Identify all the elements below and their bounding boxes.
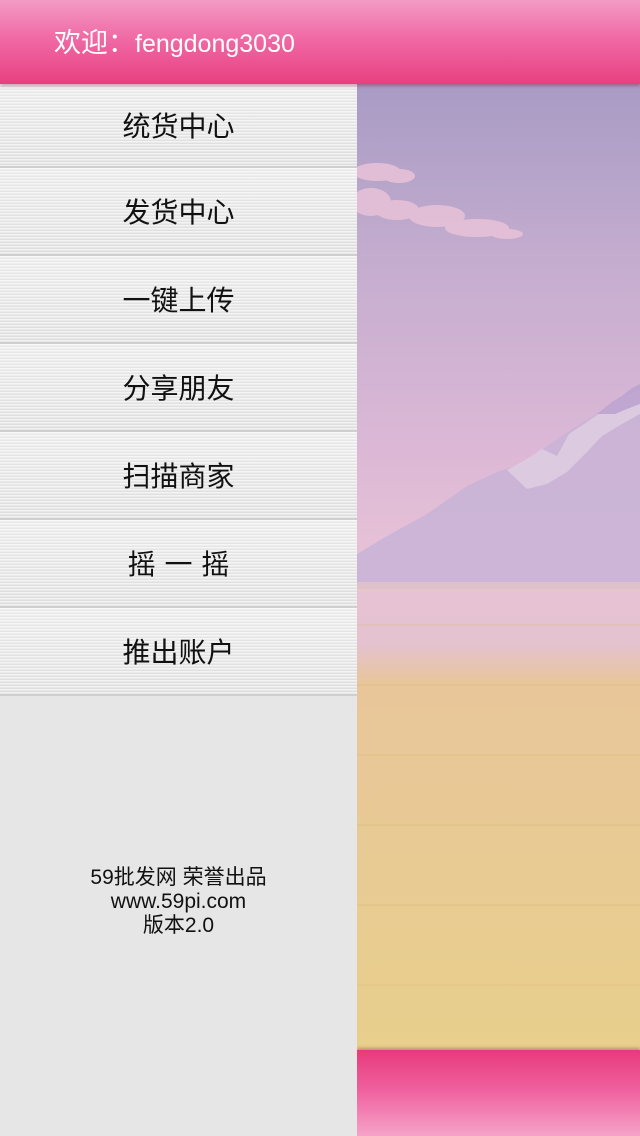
- welcome-text: 欢迎：fengdong3030: [54, 24, 295, 64]
- menu-item-logout[interactable]: 推出账户: [0, 608, 357, 696]
- menu-item-share-friends[interactable]: 分享朋友: [0, 344, 357, 432]
- menu-item-label: 摇 一 摇: [127, 548, 230, 581]
- menu-item-label: 统货中心: [122, 110, 235, 143]
- menu-item-one-click-upload[interactable]: 一键上传: [0, 256, 357, 344]
- clouds: [357, 163, 523, 239]
- menu-item-scan-merchant[interactable]: 扫描商家: [0, 432, 357, 520]
- credit-text: 59批发网 荣誉出品: [90, 866, 267, 889]
- version-text: 版本2.0: [142, 914, 215, 937]
- menu-item-goods-center[interactable]: 统货中心: [0, 84, 357, 168]
- sidebar-menu: 统货中心 发货中心 一键上传 分享朋友 扫描商家 摇 一 摇 推出账户 59批发…: [0, 84, 357, 1136]
- menu-item-shake[interactable]: 摇 一 摇: [0, 520, 357, 608]
- background-scenery: [357, 84, 640, 1050]
- app-info: 59批发网 荣誉出品 www.59pi.com 版本2.0: [0, 866, 357, 938]
- menu-item-label: 分享朋友: [122, 372, 235, 405]
- website-text: www.59pi.com: [110, 890, 247, 913]
- field-texture: [357, 624, 640, 986]
- top-bar: 欢迎：fengdong3030: [0, 0, 640, 84]
- username: fengdong3030: [135, 30, 295, 58]
- landscape-illustration: [357, 163, 640, 986]
- menu-list: 统货中心 发货中心 一键上传 分享朋友 扫描商家 摇 一 摇 推出账户: [0, 84, 357, 696]
- menu-item-label: 发货中心: [122, 196, 235, 229]
- menu-item-label: 一键上传: [122, 284, 235, 317]
- menu-item-label: 扫描商家: [122, 460, 235, 493]
- menu-item-label: 推出账户: [122, 636, 235, 669]
- bottom-bar: [357, 1050, 640, 1136]
- menu-item-shipping-center[interactable]: 发货中心: [0, 168, 357, 256]
- welcome-prefix: 欢迎：: [54, 28, 135, 59]
